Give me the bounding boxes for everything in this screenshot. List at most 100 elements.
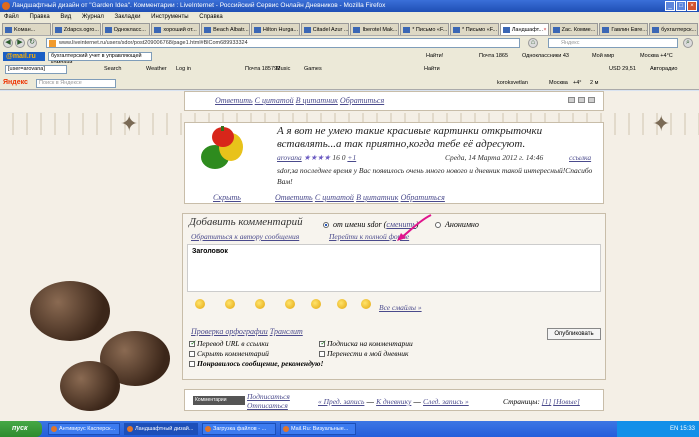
diary-link[interactable]: К дневнику (376, 397, 411, 406)
option-like[interactable]: Понравилось сообщение, рекомендую! (189, 359, 323, 368)
reply-link[interactable]: Обратиться (340, 96, 384, 105)
menu-view[interactable]: Вид (60, 14, 71, 20)
prev-post-link[interactable]: « Пред. запись (318, 397, 364, 406)
find-button[interactable]: Найти (424, 63, 440, 76)
language-indicator[interactable]: EN (670, 426, 678, 432)
tab[interactable]: Iberotel Mak... (350, 23, 400, 35)
author-link[interactable]: arovana (277, 153, 302, 162)
search-button[interactable]: Search (104, 63, 121, 76)
taskbar-item-active[interactable]: Ландшафтный дизай... (124, 423, 198, 435)
tab[interactable]: Hilton Hurga... (250, 23, 300, 35)
tab[interactable]: Гавлин Евге... (599, 23, 649, 35)
tab[interactable]: Citadel Azur ... (300, 23, 350, 35)
tab-close-icon[interactable]: × (543, 24, 546, 35)
url-bar[interactable]: www.liveinternet.ru/users/sdor/post20900… (46, 38, 520, 48)
spell-check-link[interactable]: Проверка орфографии (191, 327, 268, 336)
radio-author[interactable] (323, 222, 329, 229)
games-button[interactable]: Games (304, 63, 322, 76)
quote-link[interactable]: С цитатой (315, 193, 354, 202)
tab[interactable]: Zac. Комме... (549, 23, 599, 35)
home-icon[interactable]: ⌂ (528, 38, 538, 48)
option-hide[interactable]: Скрыть комментарий (189, 349, 269, 358)
all-smileys-link[interactable]: Все смайлы » (379, 303, 422, 312)
tab[interactable]: Koмaн... (2, 23, 51, 35)
tab[interactable]: бухгалтерск... (649, 23, 698, 35)
subject-field[interactable]: Заголовок (187, 244, 601, 292)
answer-link[interactable]: Ответить (275, 193, 313, 202)
tab[interactable]: Однокласс... (101, 23, 151, 35)
checkbox-move[interactable] (319, 351, 325, 358)
unsubscribe-link[interactable]: Отписаться (247, 401, 290, 410)
option-url[interactable]: Перевод URL в ссылки (189, 339, 269, 348)
smiley-icon[interactable] (195, 299, 205, 309)
city-label[interactable]: Москва (549, 76, 568, 90)
close-button[interactable]: × (687, 1, 697, 11)
option-anonymous[interactable]: Анонимно (435, 220, 479, 229)
checkbox-subscribe[interactable] (319, 339, 326, 348)
menu-help[interactable]: Справка (199, 14, 223, 20)
radio-anonymous[interactable] (435, 222, 441, 229)
tab[interactable]: хороший от... (151, 23, 201, 35)
yandex-search-input[interactable]: Поиск в Яндексе (36, 79, 116, 88)
tab-active[interactable]: Ландшафт... × (499, 23, 549, 35)
koroksvetlan-link[interactable]: koroksvetlan (497, 76, 528, 90)
mail-icon[interactable] (588, 97, 595, 103)
address-author-link[interactable]: Обратиться к автору сообщения (191, 232, 299, 241)
smiley-icon[interactable] (285, 299, 295, 309)
usd-rate[interactable]: USD 29,51 (609, 63, 636, 76)
maximize-button[interactable]: □ (676, 1, 686, 11)
rating-plus[interactable]: +1 (347, 153, 356, 162)
forward-icon[interactable]: ▶ (15, 38, 25, 48)
to-quote-link[interactable]: В цитатник (296, 96, 338, 105)
mail-count[interactable]: Почта 185792 (245, 63, 280, 76)
menu-tools[interactable]: Инструменты (151, 14, 188, 20)
answer-link[interactable]: Ответить (215, 96, 253, 105)
subscribe-link[interactable]: Подписаться (247, 392, 290, 401)
translit-link[interactable]: Транслит (270, 327, 303, 336)
menu-bookmarks[interactable]: Закладки (115, 14, 141, 20)
user-select[interactable]: [user=arovana] (5, 65, 67, 74)
hide-link[interactable]: Скрыть (213, 193, 241, 202)
mailru-mail-link[interactable]: Почта 1865 (479, 50, 508, 63)
publish-button[interactable]: Опубликовать (547, 328, 601, 340)
minimize-button[interactable]: _ (665, 1, 675, 11)
facebook-login[interactable]: Log in (176, 63, 191, 76)
smiley-icon[interactable] (255, 299, 265, 309)
search-go-icon[interactable]: ⌕ (683, 38, 693, 48)
reply-link[interactable]: Обратиться (401, 193, 445, 202)
edit-icon[interactable] (568, 97, 575, 103)
to-quote-link[interactable]: В цитатник (356, 193, 398, 202)
tab[interactable]: * Письмо «F... (450, 23, 499, 35)
smiley-icon[interactable] (311, 299, 321, 309)
option-move[interactable]: Перенести в мой дневник (319, 349, 409, 358)
search-input[interactable]: Яндекс (548, 38, 678, 48)
weather-link[interactable]: Москва +4°C (640, 50, 673, 63)
delete-icon[interactable] (578, 97, 585, 103)
taskbar-item[interactable]: Mail.Ru: Визуальные... (280, 423, 356, 435)
new-comments-link[interactable]: [Новые] (553, 397, 580, 406)
checkbox-url[interactable] (189, 339, 196, 348)
checkbox-like[interactable] (189, 361, 195, 368)
start-button[interactable]: пуск (0, 421, 42, 437)
smiley-icon[interactable] (337, 299, 347, 309)
tab[interactable]: Beach Albatr... (201, 23, 250, 35)
menu-file[interactable]: Файл (4, 14, 19, 20)
menu-history[interactable]: Журнал (82, 14, 104, 20)
comment-link[interactable]: ссылка (569, 153, 591, 162)
smiley-icon[interactable] (361, 299, 371, 309)
menu-edit[interactable]: Правка (29, 14, 49, 20)
rating-zero[interactable]: 0 (342, 153, 346, 162)
taskbar-item[interactable]: Антивирус Касперск... (48, 423, 120, 435)
next-post-link[interactable]: След. запись » (423, 397, 469, 406)
yandex-logo[interactable]: Яндекс (3, 76, 28, 90)
tab[interactable]: Zdapcs.ogro... (51, 23, 101, 35)
mailru-find-button[interactable]: Найти! (426, 50, 443, 63)
weather-button[interactable]: Weather (146, 63, 167, 76)
odnoklassniki-link[interactable]: Одноклассники 43 (522, 50, 569, 63)
tab[interactable]: * Письмо «F... (400, 23, 450, 35)
option-subscribe[interactable]: Подписка на комментарии (319, 339, 413, 348)
mailru-logo[interactable]: @mail.ru (3, 52, 45, 61)
reload-icon[interactable]: ↻ (27, 38, 37, 48)
checkbox-hide[interactable] (189, 351, 195, 358)
autoradio-link[interactable]: Авторадио (650, 63, 677, 76)
